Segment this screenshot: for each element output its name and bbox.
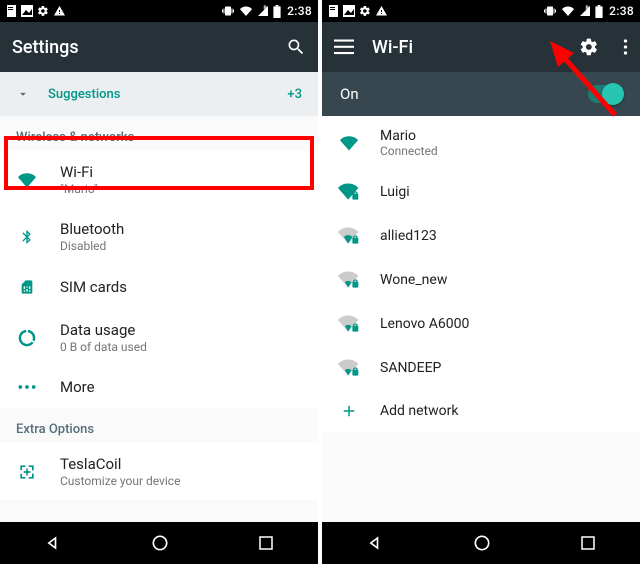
sim-icon — [19, 277, 35, 297]
home-button[interactable] — [150, 533, 170, 553]
settings-appbar: Settings — [0, 22, 318, 72]
signal-icon: R — [257, 5, 269, 17]
wifi-lock-weak-icon — [338, 226, 360, 246]
more-item[interactable]: More — [0, 366, 318, 408]
data-label: Data usage — [60, 321, 147, 339]
network-name: Lenovo A6000 — [380, 316, 469, 332]
settings-screen: R 2:38 Settings Suggestions +3 Wireless … — [0, 0, 318, 564]
more-horiz-icon — [17, 384, 37, 390]
teslacoil-sub: Customize your device — [60, 474, 180, 488]
home-button[interactable] — [472, 533, 492, 553]
sim-item[interactable]: SIM cards — [0, 265, 318, 309]
back-button[interactable] — [365, 533, 385, 553]
wifi-sub: "Mario" — [60, 182, 98, 196]
data-item[interactable]: Data usage 0 B of data used — [0, 309, 318, 366]
suggestions-label: Suggestions — [48, 87, 120, 102]
network-name: Wone_new — [380, 272, 447, 288]
battery-icon — [595, 5, 603, 18]
hamburger-icon[interactable] — [334, 39, 354, 55]
network-item-lenovo[interactable]: Lenovo A6000 — [322, 302, 640, 346]
vibrate-icon — [221, 5, 235, 17]
wifi-lock-weak-icon — [338, 314, 360, 334]
back-button[interactable] — [43, 533, 63, 553]
teslacoil-icon — [17, 462, 37, 482]
bluetooth-item[interactable]: Bluetooth Disabled — [0, 208, 318, 265]
teslacoil-label: TeslaCoil — [60, 455, 180, 473]
network-item-allied[interactable]: allied123 — [322, 214, 640, 258]
nav-bar — [0, 522, 318, 564]
warning-icon — [53, 5, 66, 17]
teslacoil-item[interactable]: TeslaCoil Customize your device — [0, 443, 318, 500]
network-name: SANDEEP — [380, 360, 441, 376]
wifi-on-label: On — [340, 85, 359, 103]
section-wireless-header: Wireless & networks — [0, 116, 318, 151]
network-item-wone[interactable]: Wone_new — [322, 258, 640, 302]
wifi-icon — [16, 171, 38, 189]
gear-icon — [359, 5, 371, 17]
add-network-item[interactable]: Add network — [322, 390, 640, 432]
suggestions-count: +3 — [287, 87, 302, 102]
wifi-lock-weak-icon — [338, 270, 360, 290]
sim-label: SIM cards — [60, 278, 127, 296]
more-vert-icon[interactable] — [623, 38, 628, 56]
network-item-sandeep[interactable]: SANDEEP — [322, 346, 640, 390]
warning-icon — [375, 5, 388, 17]
wifi-item[interactable]: Wi-Fi "Mario" — [0, 151, 318, 208]
vibrate-icon — [543, 5, 557, 17]
more-label: More — [60, 378, 95, 396]
network-item-luigi[interactable]: Luigi — [322, 170, 640, 214]
gear-icon — [37, 5, 49, 17]
status-clock: 2:38 — [609, 4, 634, 18]
status-bar: R 2:38 — [322, 0, 640, 22]
network-name: Mario — [380, 128, 438, 144]
suggestions-row[interactable]: Suggestions +3 — [0, 72, 318, 116]
network-name: allied123 — [380, 228, 437, 244]
section-extra-header: Extra Options — [0, 408, 318, 443]
wifi-title: Wi-Fi — [372, 37, 561, 58]
doc-icon — [328, 5, 339, 17]
bluetooth-sub: Disabled — [60, 239, 124, 253]
wifi-toggle[interactable] — [588, 85, 622, 103]
wifi-full-icon — [338, 134, 360, 152]
chevron-down-icon — [16, 87, 30, 101]
signal-icon: R — [579, 5, 591, 17]
bluetooth-label: Bluetooth — [60, 220, 124, 238]
data-usage-icon — [17, 328, 37, 348]
add-network-label: Add network — [380, 403, 458, 419]
wifi-appbar: Wi-Fi — [322, 22, 640, 72]
battery-icon — [273, 5, 281, 18]
recent-button[interactable] — [579, 534, 597, 552]
recent-button[interactable] — [257, 534, 275, 552]
status-bar: R 2:38 — [0, 0, 318, 22]
network-name: Luigi — [380, 184, 410, 200]
wifi-status-icon — [239, 5, 253, 17]
wifi-status-icon — [561, 5, 575, 17]
network-status: Connected — [380, 144, 438, 158]
wifi-lock-icon — [338, 182, 360, 202]
wifi-lock-weak-icon — [338, 358, 360, 378]
wifi-screen: R 2:38 Wi-Fi On Mario Connected — [322, 0, 640, 564]
nav-bar — [322, 522, 640, 564]
wifi-toggle-row: On — [322, 72, 640, 116]
picture-icon — [343, 5, 355, 17]
network-item-mario[interactable]: Mario Connected — [322, 116, 640, 170]
status-clock: 2:38 — [287, 4, 312, 18]
gear-icon[interactable] — [579, 37, 599, 57]
picture-icon — [21, 5, 33, 17]
wifi-label: Wi-Fi — [60, 163, 98, 181]
search-icon[interactable] — [286, 37, 306, 57]
plus-icon — [340, 402, 358, 420]
data-sub: 0 B of data used — [60, 340, 147, 354]
bluetooth-icon — [19, 226, 35, 248]
settings-title: Settings — [12, 37, 268, 58]
doc-icon — [6, 5, 17, 17]
